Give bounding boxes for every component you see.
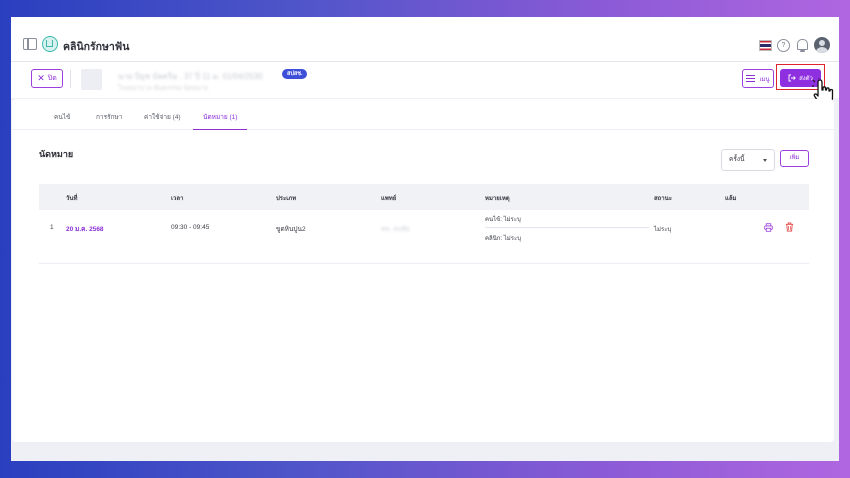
table-row[interactable]: 1 20 ม.ค. 2568 09:30 - 09:45 ขูดหินปูน2 … xyxy=(39,210,809,264)
print-icon[interactable] xyxy=(764,223,773,232)
section-title: นัดหมาย xyxy=(39,149,74,159)
column-header-doctor: แพทย์ xyxy=(381,196,397,202)
close-button[interactable]: ✕ ปิด xyxy=(31,69,63,88)
column-header-type: ประเภท xyxy=(276,196,297,202)
main-card: คนไข้ การรักษา ค่าใช้จ่าย (4) นัดหมาย (1… xyxy=(12,99,834,442)
column-header-actions: แล้ม xyxy=(725,196,737,202)
tab-bar: คนไข้ การรักษา ค่าใช้จ่าย (4) นัดหมาย (1… xyxy=(12,113,834,130)
close-icon: ✕ xyxy=(37,73,45,83)
tab-appointments[interactable]: นัดหมาย (1) xyxy=(193,113,248,130)
column-header-date: วันที่ xyxy=(66,196,78,202)
row-index: 1 xyxy=(50,224,54,231)
close-label: ปิด xyxy=(47,75,57,82)
column-header-status: สถานะ xyxy=(654,196,672,202)
app-title: คลินิกรักษาฟัน xyxy=(63,41,130,53)
appointment-type: ขูดหินปูน2 xyxy=(276,226,306,233)
hamburger-icon xyxy=(746,75,756,82)
patient-subtitle: โรงพยาบาล ทันตกรรม นัดหมาย xyxy=(118,85,209,92)
tab-treatment[interactable]: การรักษา xyxy=(96,113,122,129)
column-header-note: หมายเหตุ xyxy=(485,196,510,202)
app-window: คลินิกรักษาฟัน ? ✕ ปิด นาย ปิยุช บัลคริษ… xyxy=(11,17,839,461)
filter-value: ครั้งนี้ xyxy=(729,156,745,163)
clinic-logo-icon xyxy=(42,36,58,52)
chevron-down-icon xyxy=(763,159,767,162)
menu-label: เมนู xyxy=(759,76,770,83)
tab-expenses[interactable]: ค่าใช้จ่าย (4) xyxy=(144,113,181,129)
export-icon xyxy=(788,74,796,82)
patient-bar: ✕ ปิด นาย ปิยุช บัลคริษ . 37 ปี 11 ม. 01… xyxy=(11,62,839,106)
note-clinic: คลินิก: ไม่ระบุ xyxy=(485,236,521,242)
appointment-filter-select[interactable]: ครั้งนี้ xyxy=(721,149,775,171)
add-appointment-button[interactable]: เพิ่ม xyxy=(780,150,809,167)
tab-patient[interactable]: คนไข้ xyxy=(54,113,71,129)
note-divider xyxy=(485,227,649,228)
patient-name: นาย ปิยุช บัลคริษ . 37 ปี 11 ม. 01/04/25… xyxy=(118,72,263,81)
column-header-time: เวลา xyxy=(171,196,184,202)
appointment-date-link[interactable]: 20 ม.ค. 2568 xyxy=(66,224,104,234)
menu-button[interactable]: เมนู xyxy=(742,69,774,88)
sidebar-toggle-icon[interactable] xyxy=(23,38,37,50)
status-badge: สปสช. xyxy=(282,69,308,79)
table-header: วันที่ เวลา ประเภท แพทย์ หมายเหตุ สถานะ … xyxy=(39,184,809,210)
bell-icon[interactable] xyxy=(797,39,808,52)
trash-icon[interactable] xyxy=(785,222,794,232)
top-bar: คลินิกรักษาฟัน ? xyxy=(11,17,839,62)
thai-flag-icon[interactable] xyxy=(759,40,772,51)
appointment-time: 09:30 - 09:45 xyxy=(171,224,210,231)
patient-photo xyxy=(81,69,102,90)
appointment-status: ไม่ระบุ xyxy=(654,227,672,233)
note-patient: คนไข้: ไม่ระบุ xyxy=(485,217,521,223)
help-icon[interactable]: ? xyxy=(777,39,790,52)
divider xyxy=(70,70,71,88)
appointment-doctor: ทพ. สมชัย xyxy=(381,226,410,233)
avatar[interactable] xyxy=(814,37,830,53)
